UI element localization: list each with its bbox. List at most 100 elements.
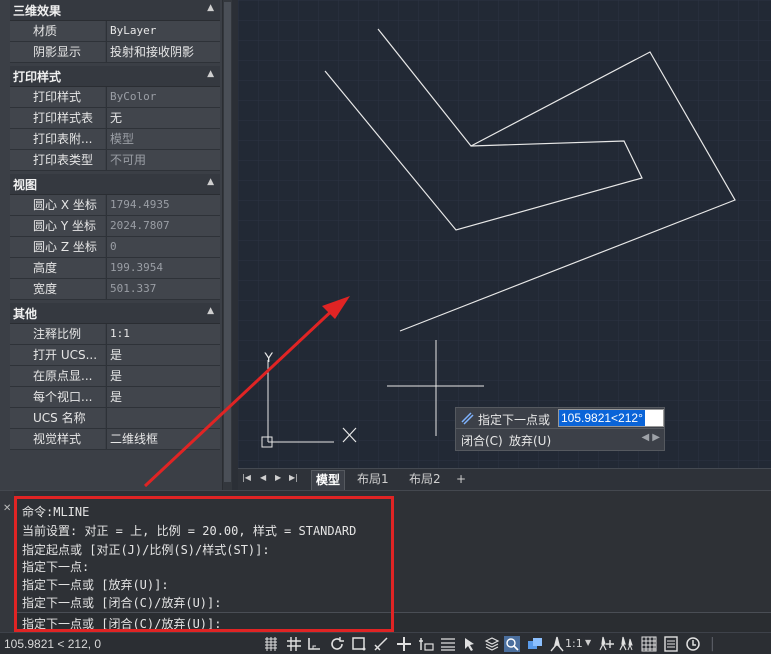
option-undo[interactable]: 放弃(U) xyxy=(509,432,551,449)
workspace-switch-icon[interactable] xyxy=(619,636,635,652)
prop-value[interactable]: 是 xyxy=(106,366,220,386)
prop-value[interactable]: ByLayer xyxy=(106,21,220,41)
prop-row-plot-table[interactable]: 打印样式表 无 xyxy=(10,108,220,129)
prop-value: 1794.4935 xyxy=(106,195,220,215)
section-title: 视图 xyxy=(13,178,38,192)
prop-key: 打印表类型 xyxy=(10,150,105,170)
prop-key: 打开 UCS... xyxy=(10,345,105,365)
prop-row-height[interactable]: 高度 199.3954 xyxy=(10,258,220,279)
prop-value: 0 xyxy=(106,237,220,257)
ortho-mode-icon[interactable] xyxy=(306,636,322,652)
prop-value[interactable]: 1:1 xyxy=(106,324,220,344)
dynamic-input-row: 指定下一点或 105.9821<212° xyxy=(455,407,665,429)
prop-row-shadow[interactable]: 阴影显示 投射和接收阴影 xyxy=(10,42,220,63)
object-snap-icon[interactable] xyxy=(351,636,367,652)
prop-value[interactable]: 是 xyxy=(106,387,220,407)
layers-icon[interactable] xyxy=(484,636,500,652)
isolate-objects-icon[interactable] xyxy=(685,636,701,652)
section-title: 打印样式 xyxy=(13,70,62,84)
annotation-monitor-icon[interactable] xyxy=(504,636,520,652)
prev-tab-icon[interactable]: ◀ xyxy=(260,473,266,482)
prop-value[interactable] xyxy=(106,408,220,428)
dynamic-input-value[interactable]: 105.9821<212° xyxy=(559,410,645,426)
annotation-auto-scale-icon[interactable] xyxy=(599,636,615,652)
lineweight-icon[interactable] xyxy=(440,636,456,652)
prop-row-ucs-on[interactable]: 打开 UCS... 是 xyxy=(10,345,220,366)
annotation-visibility-icon[interactable] xyxy=(549,636,565,652)
scale-dropdown-icon[interactable]: ▼ xyxy=(585,638,591,647)
prop-value: 501.337 xyxy=(106,279,220,299)
ucs-y-label: Y xyxy=(264,349,274,365)
prop-row-visual-style[interactable]: 视觉样式 二维线框 xyxy=(10,429,220,450)
first-tab-icon[interactable]: |◀ xyxy=(242,473,251,482)
last-tab-icon[interactable]: ▶| xyxy=(289,473,298,482)
prop-row-material[interactable]: 材质 ByLayer xyxy=(10,21,220,42)
command-window-handle[interactable]: ✕ xyxy=(0,491,14,633)
polar-tracking-icon[interactable] xyxy=(329,636,345,652)
prop-key: 高度 xyxy=(10,258,105,278)
section-plot-style[interactable]: 打印样式 ▲ xyxy=(10,66,220,87)
section-misc[interactable]: 其他 ▲ xyxy=(10,303,220,324)
prop-row-ucs-name[interactable]: UCS 名称 xyxy=(10,408,220,429)
collapse-arrow-icon[interactable]: ▲ xyxy=(207,177,214,187)
hardware-acceleration-icon[interactable] xyxy=(641,636,657,652)
section-3d-effects[interactable]: 三维效果 ▲ xyxy=(10,0,220,21)
prop-key: 打印表附... xyxy=(10,129,105,149)
properties-toggle-icon[interactable] xyxy=(663,636,679,652)
tab-layout2[interactable]: 布局2 xyxy=(405,470,445,490)
selection-cycling-icon[interactable] xyxy=(462,636,478,652)
section-view[interactable]: 视图 ▲ xyxy=(10,174,220,195)
prop-value[interactable]: 投射和接收阴影 xyxy=(106,42,220,62)
prop-value: ByColor xyxy=(106,87,220,107)
layout-tabs-bar: |◀ ◀ ▶ ▶| 模型 布局1 布局2 + xyxy=(238,468,771,490)
prop-key: 在原点显... xyxy=(10,366,105,386)
grid xyxy=(238,0,771,468)
prop-value[interactable]: 是 xyxy=(106,345,220,365)
collapse-arrow-icon[interactable]: ▲ xyxy=(207,3,214,13)
tab-add[interactable]: + xyxy=(452,470,470,490)
prop-value[interactable]: 无 xyxy=(106,108,220,128)
prop-value: 2024.7807 xyxy=(106,216,220,236)
prop-row-plot-attach[interactable]: 打印表附... 模型 xyxy=(10,129,220,150)
prop-row-plot-style[interactable]: 打印样式 ByColor xyxy=(10,87,220,108)
annotation-highlight-box xyxy=(14,496,394,632)
coordinate-readout: 105.9821 < 212, 0 xyxy=(4,637,102,651)
status-divider: | xyxy=(710,636,715,652)
prop-row-width[interactable]: 宽度 501.337 xyxy=(10,279,220,300)
annotation-scale[interactable]: 1:1 xyxy=(565,637,583,650)
prop-key: 打印样式表 xyxy=(10,108,105,128)
dynamic-ucs-icon[interactable] xyxy=(396,636,412,652)
collapse-arrow-icon[interactable]: ▲ xyxy=(207,306,214,316)
scrollbar-thumb[interactable] xyxy=(224,2,231,482)
prop-row-per-viewport[interactable]: 每个视口... 是 xyxy=(10,387,220,408)
prop-key: 材质 xyxy=(10,21,105,41)
option-nav-arrows-icon[interactable]: ◀ ▶ xyxy=(641,432,660,443)
properties-scrollbar[interactable] xyxy=(222,0,232,490)
close-icon[interactable]: ✕ xyxy=(3,503,11,514)
tab-model[interactable]: 模型 xyxy=(311,470,346,490)
prop-value[interactable]: 二维线框 xyxy=(106,429,220,449)
grid-display-icon[interactable] xyxy=(263,636,279,652)
prop-key: 圆心 Z 坐标 xyxy=(10,237,105,257)
snap-mode-icon[interactable] xyxy=(286,636,302,652)
dynamic-input-tooltip[interactable]: 指定下一点或 105.9821<212° 闭合(C) 放弃(U) ◀ ▶ xyxy=(455,407,665,451)
tab-layout1[interactable]: 布局1 xyxy=(353,470,393,490)
collapse-arrow-icon[interactable]: ▲ xyxy=(207,69,214,79)
prop-row-center-y[interactable]: 圆心 Y 坐标 2024.7807 xyxy=(10,216,220,237)
drawing-canvas[interactable]: Y xyxy=(238,0,771,468)
prop-row-center-x[interactable]: 圆心 X 坐标 1794.4935 xyxy=(10,195,220,216)
prop-key: 宽度 xyxy=(10,279,105,299)
dynamic-input-icon[interactable] xyxy=(418,636,434,652)
model-space-icon[interactable] xyxy=(527,636,543,652)
next-tab-icon[interactable]: ▶ xyxy=(275,473,281,482)
prop-key: UCS 名称 xyxy=(10,408,105,428)
prop-row-anno-scale[interactable]: 注释比例 1:1 xyxy=(10,324,220,345)
object-tracking-icon[interactable] xyxy=(373,636,389,652)
dynamic-input-options: 闭合(C) 放弃(U) ◀ ▶ xyxy=(455,429,665,451)
option-close[interactable]: 闭合(C) xyxy=(461,432,503,449)
prop-key: 打印样式 xyxy=(10,87,105,107)
properties-panel: 三维效果 ▲ 材质 ByLayer 阴影显示 投射和接收阴影 打印样式 ▲ 打印… xyxy=(0,0,232,490)
prop-row-at-origin[interactable]: 在原点显... 是 xyxy=(10,366,220,387)
prop-row-plot-table-type[interactable]: 打印表类型 不可用 xyxy=(10,150,220,171)
prop-row-center-z[interactable]: 圆心 Z 坐标 0 xyxy=(10,237,220,258)
